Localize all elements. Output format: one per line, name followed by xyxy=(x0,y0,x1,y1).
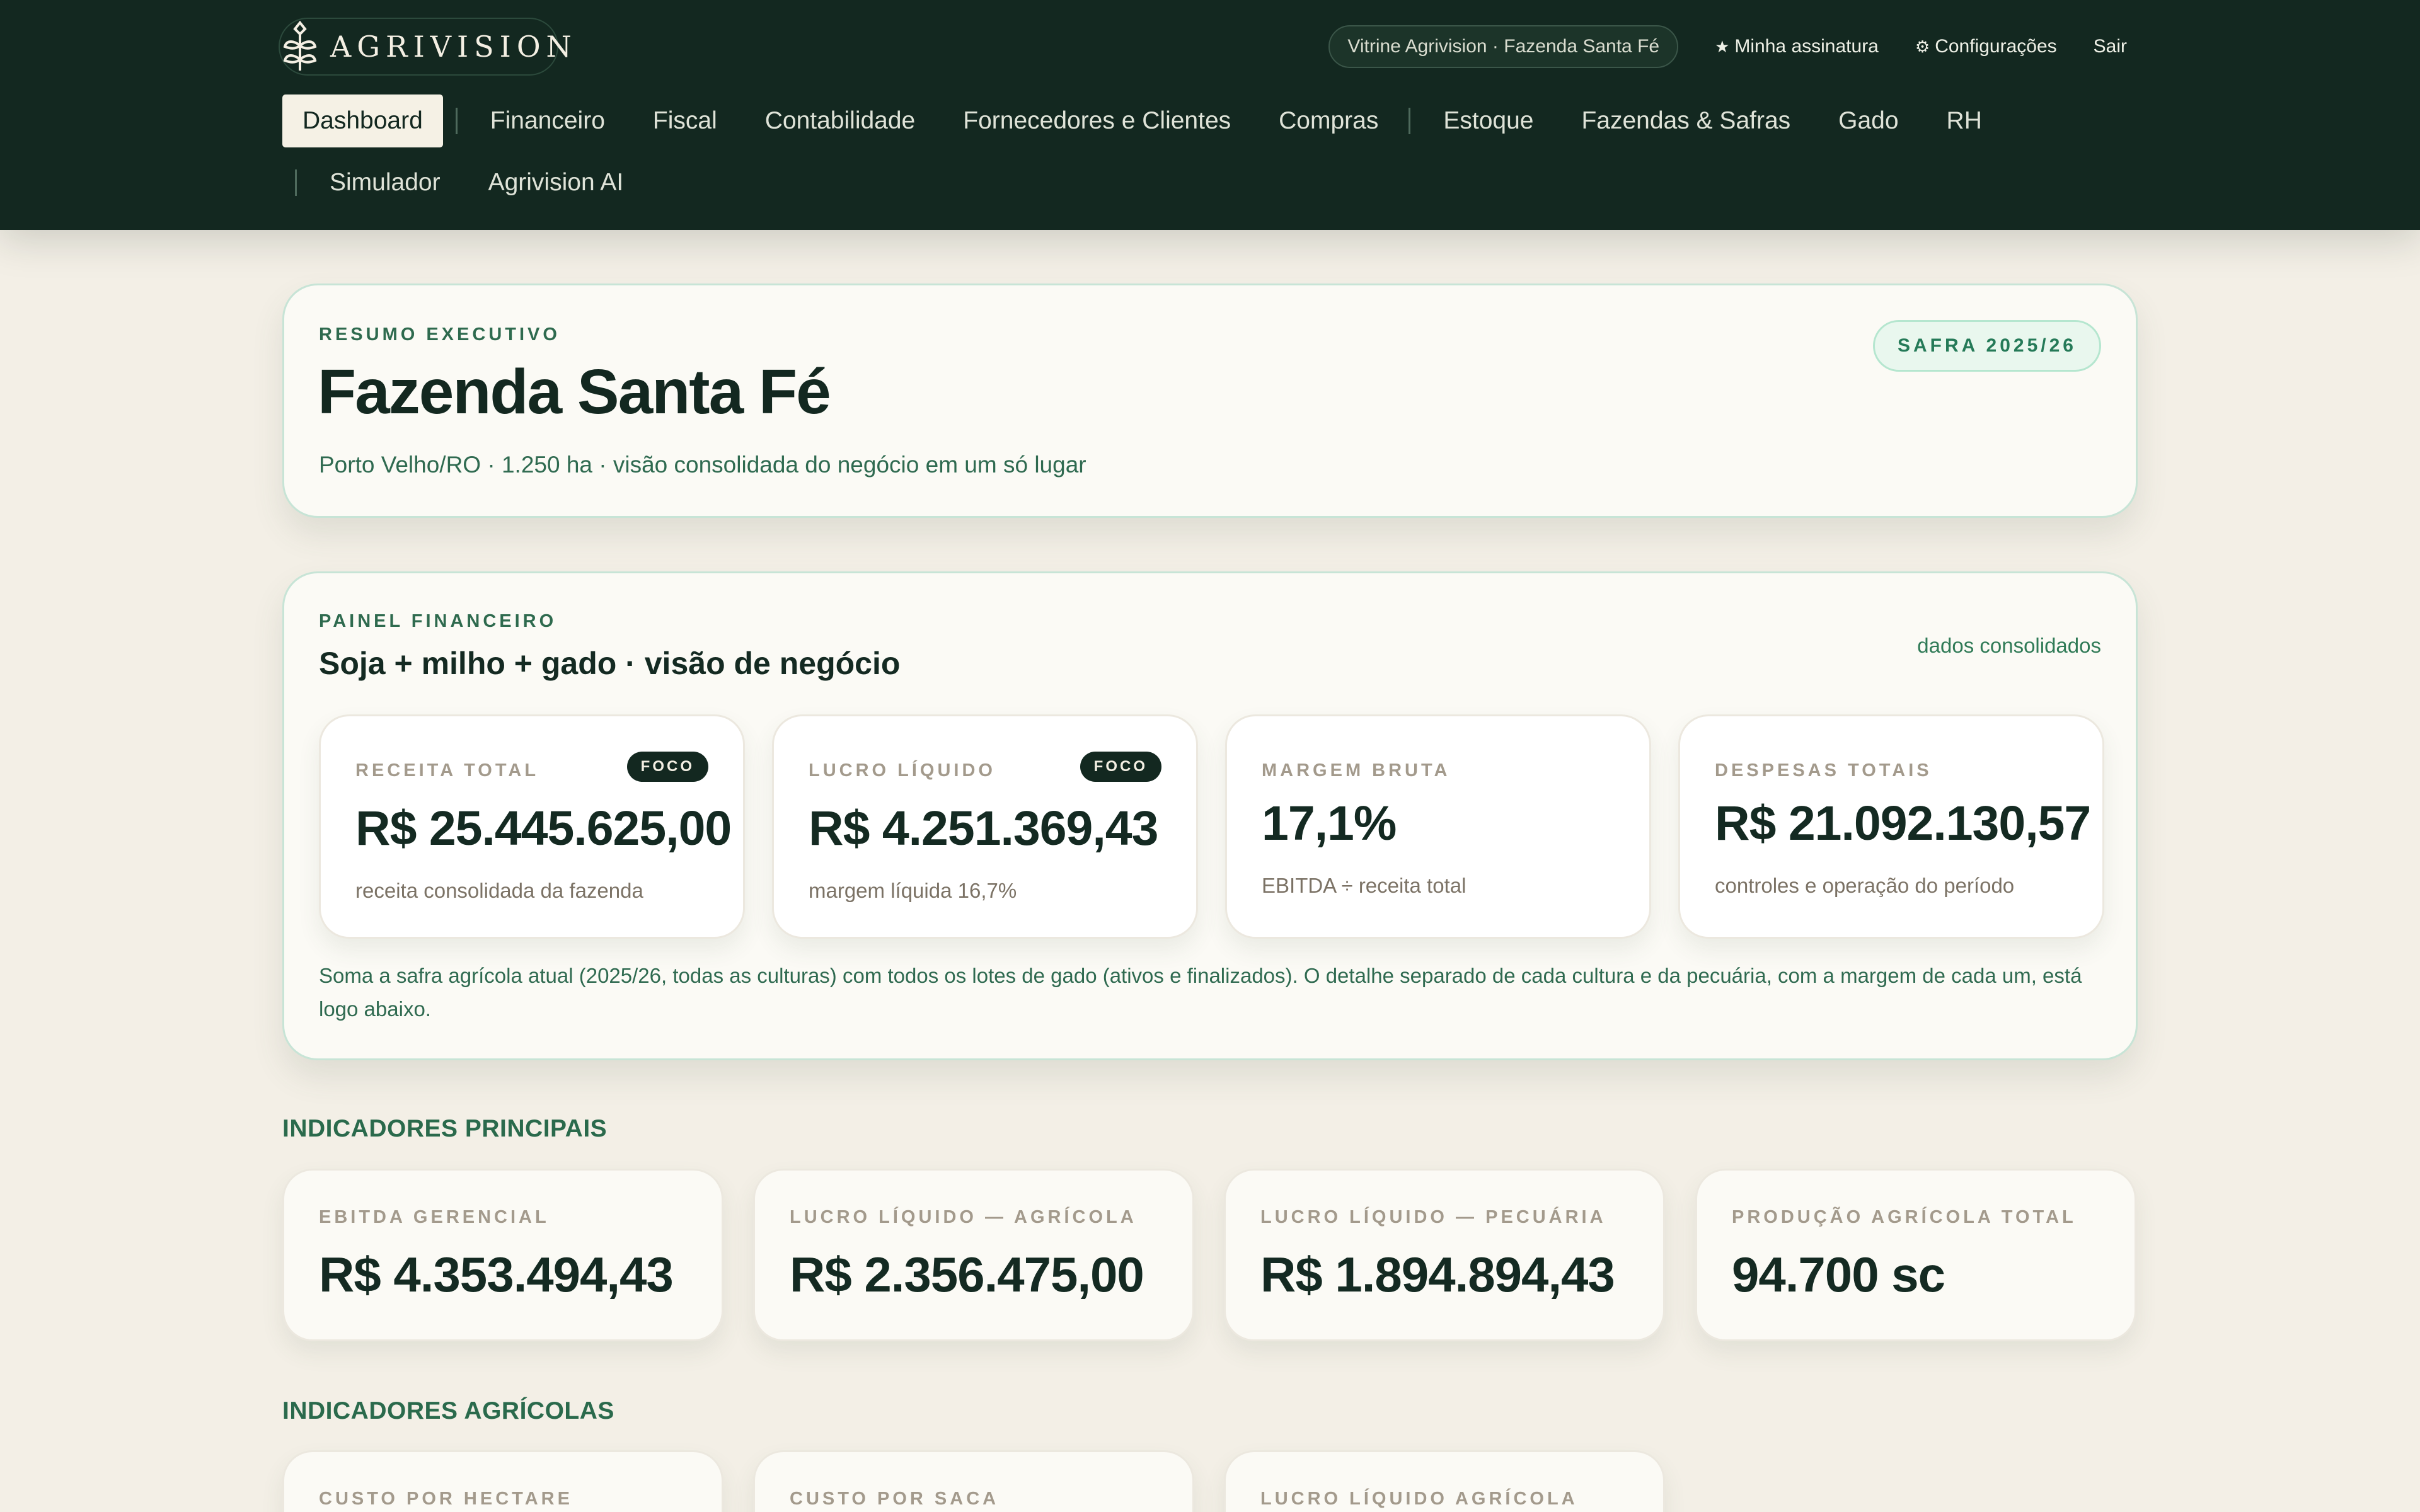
indicator-ebitda: EBITDA GERENCIAL R$ 4.353.494,43 xyxy=(282,1169,723,1341)
nav-compras[interactable]: Compras xyxy=(1261,94,1396,147)
indicator-lucro-pecuaria: LUCRO LÍQUIDO — PECUÁRIA R$ 1.894.894,43 xyxy=(1224,1169,1665,1341)
painel-footnote: Soma a safra agrícola atual (2025/26, to… xyxy=(319,964,2082,1021)
nav-agrivision-ai[interactable]: Agrivision AI xyxy=(471,156,642,209)
indicadores-principais-title: INDICADORES PRINCIPAIS xyxy=(282,1115,608,1142)
nav-dashboard[interactable]: Dashboard xyxy=(282,94,443,147)
configuracoes-label: Configurações xyxy=(1935,36,2057,57)
sair-link[interactable]: Sair xyxy=(2094,36,2127,57)
main-nav: Dashboard Financeiro Fiscal Contabilidad… xyxy=(282,94,2173,209)
kpi-label: MARGEM BRUTA xyxy=(1262,760,1451,781)
indicator-value: R$ 4.353.494,43 xyxy=(319,1247,674,1302)
nav-separator xyxy=(1409,108,1411,134)
nav-financeiro[interactable]: Financeiro xyxy=(473,94,623,147)
indicator-lucro-liquido-agricola: LUCRO LÍQUIDO AGRÍCOLA xyxy=(1224,1450,1665,1512)
nav-fazendas-safras[interactable]: Fazendas & Safras xyxy=(1564,94,1808,147)
indicator-custo-hectare: CUSTO POR HECTARE xyxy=(282,1450,723,1512)
painel-title: Soja + milho + gado · visão de negócio xyxy=(319,646,901,681)
painel-financeiro-card: PAINEL FINANCEIRO Soja + milho + gado · … xyxy=(282,571,2138,1060)
resumo-executivo-card: RESUMO EXECUTIVO Fazenda Santa Fé Porto … xyxy=(282,284,2138,518)
nav-simulador[interactable]: Simulador xyxy=(312,156,458,209)
indicadores-agricolas-title: INDICADORES AGRÍCOLAS xyxy=(282,1397,614,1424)
nav-contabilidade[interactable]: Contabilidade xyxy=(747,94,933,147)
dados-consolidados-label: dados consolidados xyxy=(1917,634,2101,657)
kpi-note: controles e operação do período xyxy=(1715,874,2015,897)
indicator-producao-agricola: PRODUÇÃO AGRÍCOLA TOTAL 94.700 sc xyxy=(1695,1169,2136,1341)
star-icon: ★ xyxy=(1715,37,1730,56)
indicator-value: R$ 2.356.475,00 xyxy=(790,1247,1144,1302)
nav-gado[interactable]: Gado xyxy=(1821,94,1916,147)
painel-eyebrow: PAINEL FINANCEIRO xyxy=(319,611,557,631)
kpi-note: margem líquida 16,7% xyxy=(809,879,1017,902)
top-header: AGRIVISION Vitrine Agrivision · Fazenda … xyxy=(0,0,2420,230)
nav-separator xyxy=(455,108,458,134)
kpi-value: R$ 21.092.130,57 xyxy=(1715,796,2091,850)
nav-row-2: Simulador Agrivision AI xyxy=(282,156,2173,209)
foco-badge: FOCO xyxy=(1080,752,1161,782)
assinatura-link[interactable]: ★ Minha assinatura xyxy=(1715,36,1879,57)
indicator-label: EBITDA GERENCIAL xyxy=(319,1207,550,1227)
configuracoes-link[interactable]: ⚙ Configurações xyxy=(1915,36,2057,57)
kpi-note: receita consolidada da fazenda xyxy=(355,879,643,902)
kpi-receita-total: RECEITA TOTAL FOCO R$ 25.445.625,00 rece… xyxy=(319,714,745,939)
kpi-value: R$ 4.251.369,43 xyxy=(809,801,1158,856)
indicator-label: CUSTO POR HECTARE xyxy=(319,1489,573,1509)
gear-icon: ⚙ xyxy=(1915,37,1930,56)
nav-fornecedores-clientes[interactable]: Fornecedores e Clientes xyxy=(945,94,1248,147)
kpi-value: R$ 25.445.625,00 xyxy=(355,801,732,856)
indicator-label: PRODUÇÃO AGRÍCOLA TOTAL xyxy=(1732,1207,2077,1227)
farm-subtitle: Porto Velho/RO · 1.250 ha · visão consol… xyxy=(319,452,1086,478)
resumo-eyebrow: RESUMO EXECUTIVO xyxy=(319,324,560,345)
kpi-margem-bruta: MARGEM BRUTA 17,1% EBITDA ÷ receita tota… xyxy=(1225,714,1651,939)
kpi-label: LUCRO LÍQUIDO xyxy=(809,760,996,781)
indicator-value: 94.700 sc xyxy=(1732,1247,1945,1302)
brand-name: AGRIVISION xyxy=(330,30,577,64)
nav-rh[interactable]: RH xyxy=(1929,94,2000,147)
indicator-lucro-agricola: LUCRO LÍQUIDO — AGRÍCOLA R$ 2.356.475,00 xyxy=(753,1169,1194,1341)
sprout-logo-icon xyxy=(282,20,318,74)
assinatura-label: Minha assinatura xyxy=(1734,36,1879,57)
kpi-note: EBITDA ÷ receita total xyxy=(1262,874,1466,897)
foco-badge: FOCO xyxy=(626,752,708,782)
nav-separator xyxy=(295,169,297,196)
nav-row-1: Dashboard Financeiro Fiscal Contabilidad… xyxy=(282,94,2173,147)
safra-badge: SAFRA 2025/26 xyxy=(1873,320,2101,372)
indicator-value: R$ 1.894.894,43 xyxy=(1260,1247,1615,1302)
indicator-label: LUCRO LÍQUIDO AGRÍCOLA xyxy=(1260,1489,1578,1509)
kpi-despesas-totais: DESPESAS TOTAIS R$ 21.092.130,57 control… xyxy=(1678,714,2104,939)
page-title: Fazenda Santa Fé xyxy=(318,357,831,427)
vitrine-pill[interactable]: Vitrine Agrivision · Fazenda Santa Fé xyxy=(1328,25,1679,68)
brand-logo[interactable]: AGRIVISION xyxy=(279,18,572,76)
kpi-value: 17,1% xyxy=(1262,796,1397,850)
nav-fiscal[interactable]: Fiscal xyxy=(635,94,735,147)
kpi-lucro-liquido: LUCRO LÍQUIDO FOCO R$ 4.251.369,43 marge… xyxy=(772,714,1198,939)
indicator-custo-saca: CUSTO POR SACA xyxy=(753,1450,1194,1512)
top-actions: Vitrine Agrivision · Fazenda Santa Fé ★ … xyxy=(1328,25,2127,68)
kpi-label: RECEITA TOTAL xyxy=(355,760,539,781)
indicator-label: LUCRO LÍQUIDO — PECUÁRIA xyxy=(1260,1207,1606,1227)
nav-estoque[interactable]: Estoque xyxy=(1426,94,1551,147)
indicator-label: CUSTO POR SACA xyxy=(790,1489,1000,1509)
indicator-label: LUCRO LÍQUIDO — AGRÍCOLA xyxy=(790,1207,1137,1227)
kpi-label: DESPESAS TOTAIS xyxy=(1715,760,1932,781)
